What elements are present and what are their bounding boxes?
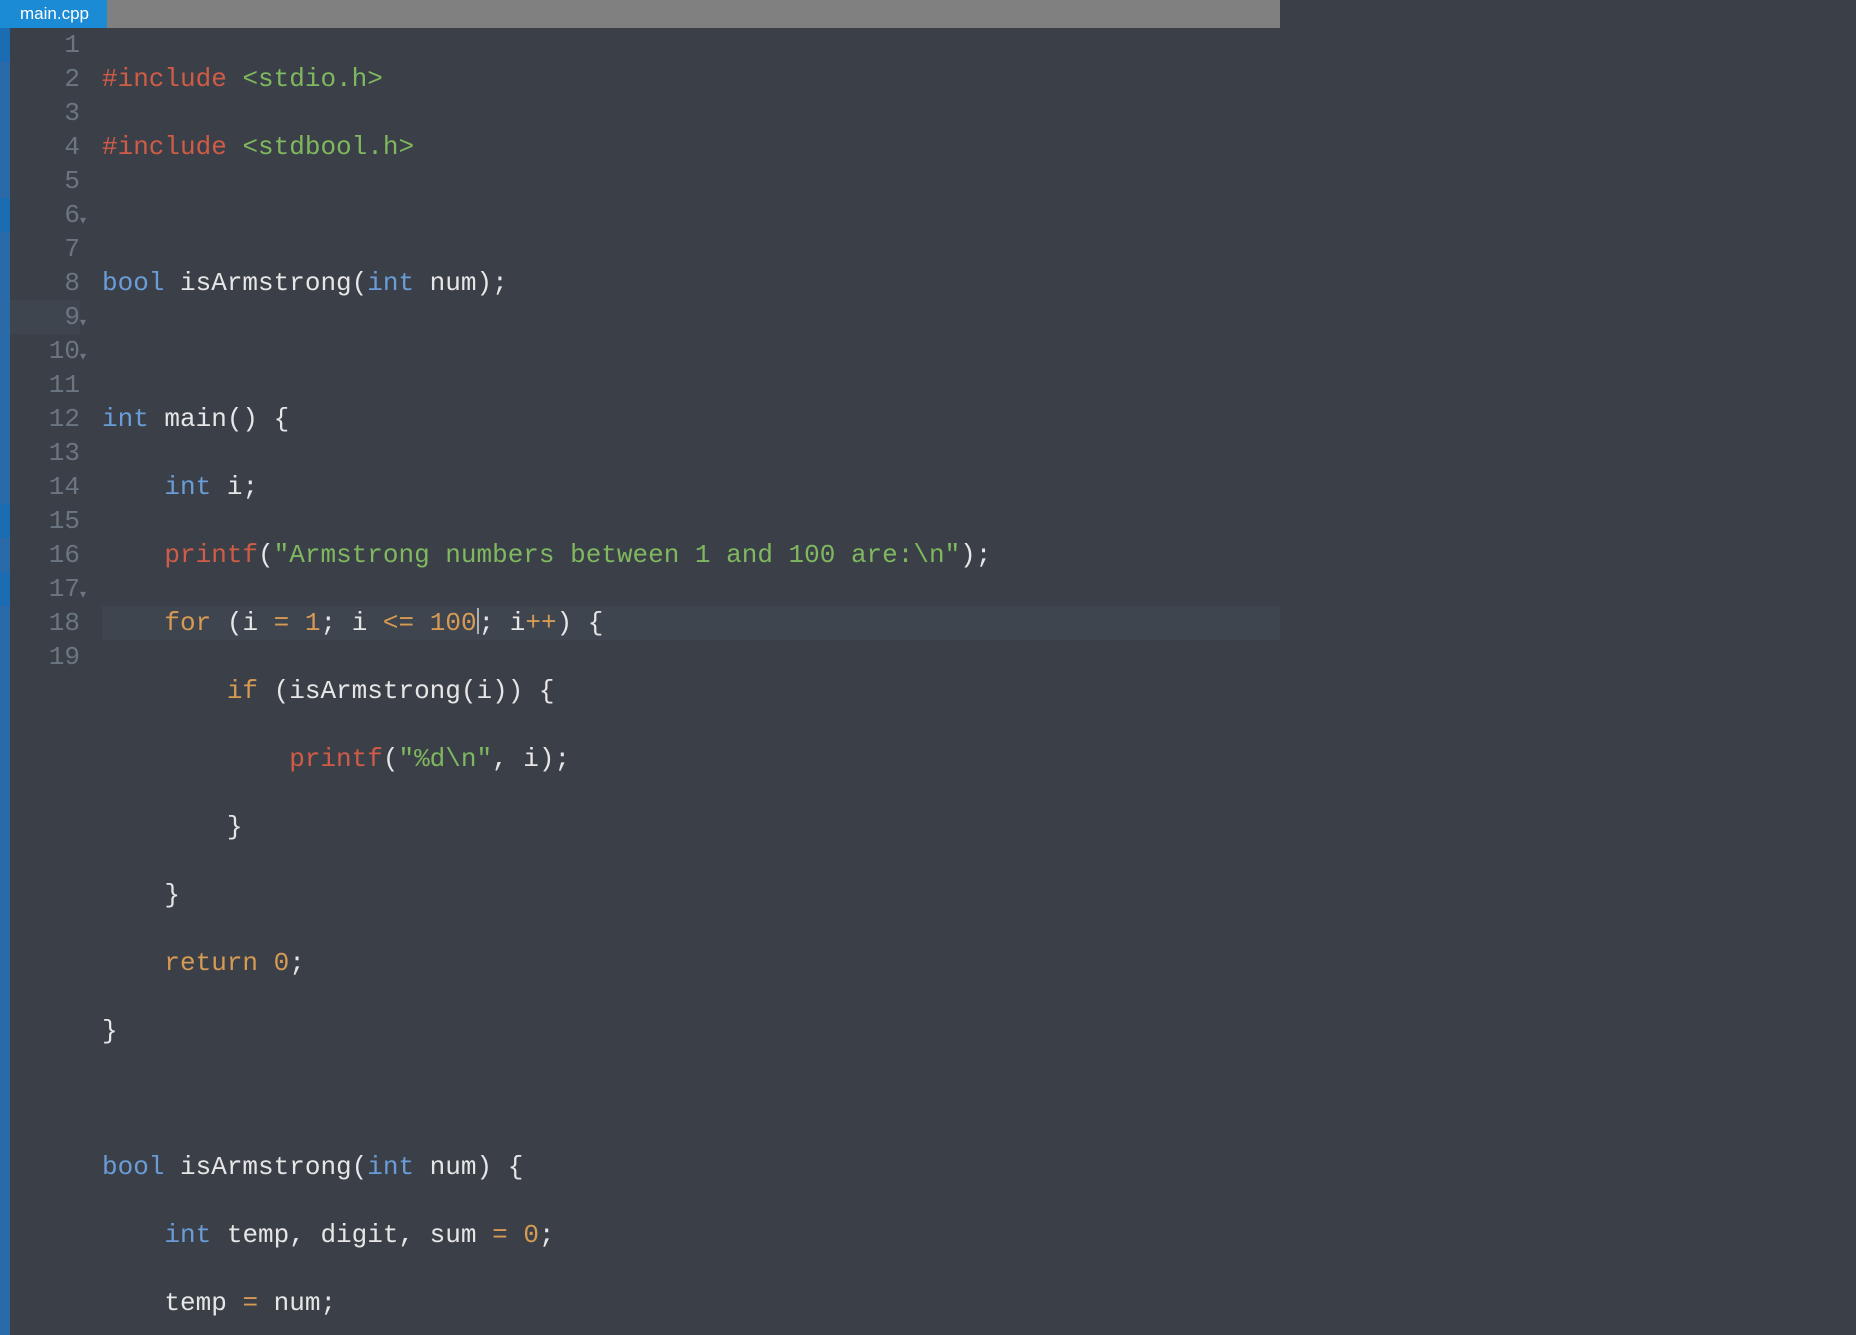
line-number: 11 bbox=[49, 370, 80, 400]
code-line[interactable] bbox=[102, 1082, 1280, 1116]
fold-icon[interactable]: ▾ bbox=[80, 578, 86, 612]
code-line[interactable]: #include <stdio.h> bbox=[102, 62, 1280, 96]
tab-bar-empty bbox=[107, 0, 1280, 28]
line-number: 1 bbox=[64, 30, 80, 60]
tab-bar: main.cpp bbox=[0, 0, 1280, 28]
code-line[interactable]: } bbox=[102, 878, 1280, 912]
code-line[interactable]: printf("Armstrong numbers between 1 and … bbox=[102, 538, 1280, 572]
line-number: 17 bbox=[49, 574, 80, 604]
line-number: 6 bbox=[64, 200, 80, 230]
code-line[interactable]: } bbox=[102, 1014, 1280, 1048]
line-number: 15 bbox=[49, 506, 80, 536]
line-number: 5 bbox=[64, 166, 80, 196]
code-line[interactable]: temp = num; bbox=[102, 1286, 1280, 1320]
code-line[interactable]: #include <stdbool.h> bbox=[102, 130, 1280, 164]
line-number: 19 bbox=[49, 642, 80, 672]
fold-icon[interactable]: ▾ bbox=[80, 204, 86, 238]
code-line[interactable] bbox=[102, 198, 1280, 232]
fold-icon[interactable]: ▾ bbox=[80, 340, 86, 374]
line-number: 8 bbox=[64, 268, 80, 298]
breakpoint-column[interactable] bbox=[0, 28, 10, 1335]
code-line[interactable]: if (isArmstrong(i)) { bbox=[102, 674, 1280, 708]
code-line[interactable]: int main() { bbox=[102, 402, 1280, 436]
line-number: 9 bbox=[64, 302, 80, 332]
line-number: 2 bbox=[64, 64, 80, 94]
code-line[interactable]: bool isArmstrong(int num) { bbox=[102, 1150, 1280, 1184]
code-area[interactable]: #include <stdio.h> #include <stdbool.h> … bbox=[90, 28, 1280, 1335]
code-line[interactable]: int temp, digit, sum = 0; bbox=[102, 1218, 1280, 1252]
code-line[interactable]: bool isArmstrong(int num); bbox=[102, 266, 1280, 300]
line-number: 16 bbox=[49, 540, 80, 570]
line-number: 10 bbox=[49, 336, 80, 366]
file-tab[interactable]: main.cpp bbox=[10, 0, 107, 28]
fold-icon[interactable]: ▾ bbox=[80, 306, 86, 340]
ide-root: main.cpp 1 2 3 4 5 6▾ 7 8 9▾ 10▾ 11 12 1… bbox=[0, 0, 1280, 920]
code-line[interactable]: } bbox=[102, 810, 1280, 844]
line-number: 7 bbox=[64, 234, 80, 264]
code-line[interactable]: return 0; bbox=[102, 946, 1280, 980]
line-number: 14 bbox=[49, 472, 80, 502]
code-line[interactable]: for (i = 1; i <= 100; i++) { bbox=[102, 606, 1280, 640]
line-number-gutter: 1 2 3 4 5 6▾ 7 8 9▾ 10▾ 11 12 13 14 15 1… bbox=[10, 28, 90, 1335]
tab-bar-leftstrip bbox=[0, 0, 10, 28]
code-line[interactable] bbox=[102, 334, 1280, 368]
line-number: 4 bbox=[64, 132, 80, 162]
file-tab-label: main.cpp bbox=[20, 4, 89, 24]
line-number: 13 bbox=[49, 438, 80, 468]
line-number: 18 bbox=[49, 608, 80, 638]
code-line[interactable]: printf("%d\n", i); bbox=[102, 742, 1280, 776]
code-editor[interactable]: 1 2 3 4 5 6▾ 7 8 9▾ 10▾ 11 12 13 14 15 1… bbox=[0, 28, 1280, 1335]
line-number: 3 bbox=[64, 98, 80, 128]
code-line[interactable]: int i; bbox=[102, 470, 1280, 504]
line-number: 12 bbox=[49, 404, 80, 434]
